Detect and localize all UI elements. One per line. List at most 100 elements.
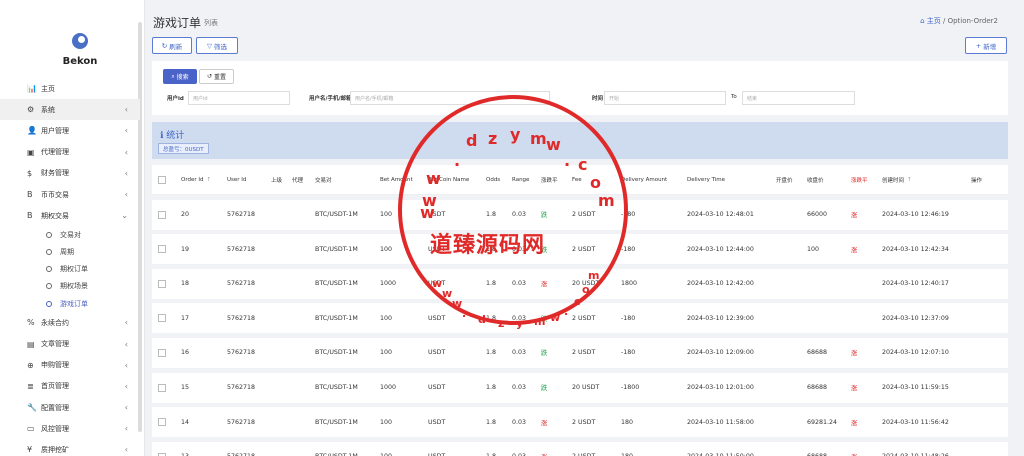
column-header-4[interactable]: 交易对	[315, 165, 332, 194]
sidebar-item-1-b[interactable]: ▤ 文章管理 ‹	[0, 333, 140, 354]
cell-dir: 涨	[541, 281, 548, 289]
column-header-17[interactable]: 操作	[971, 165, 982, 194]
column-header-14[interactable]: 收盘价	[807, 165, 824, 194]
sidebar-item-3-a[interactable]: ▣ 代理管理 ‹	[0, 142, 140, 163]
column-header-0[interactable]: Order Id ↑	[181, 165, 211, 194]
sidebar-item-4-a[interactable]: $ 财务管理 ‹	[0, 163, 140, 184]
column-header-label: 收盘价	[807, 177, 824, 184]
sidebar-item-2-a[interactable]: 👤 用户管理 ‹	[0, 120, 140, 141]
breadcrumb-home[interactable]: ⌂ 主页	[920, 17, 941, 25]
column-header-1[interactable]: User Id	[227, 165, 246, 194]
table-row[interactable]: 18 5762718 BTC/USDT-1M 1000 USDT 1.8 0.03 涨 20 U…	[152, 268, 1008, 299]
sidebar-item-6-b[interactable]: ¥ 质押挖矿 ‹	[0, 439, 140, 456]
cell-coin: USDT	[428, 280, 446, 288]
user-name-input[interactable]: 用户名/手机/邮箱	[350, 91, 550, 105]
column-header-6[interactable]: Bet Coin Name	[428, 165, 469, 194]
column-header-16[interactable]: 创建时间 ↑	[882, 165, 912, 194]
sidebar-item-2-b[interactable]: ⊕ 申购管理 ‹	[0, 355, 140, 376]
bitcoin-icon: B	[27, 190, 33, 200]
column-header-9[interactable]: 涨跌平	[541, 165, 558, 194]
chevron-icon: ‹	[124, 339, 128, 349]
cell-pair: BTC/USDT-1M	[315, 418, 358, 426]
cell-pair: BTC/USDT-1M	[315, 280, 358, 288]
row-checkbox[interactable]	[158, 210, 166, 219]
sidebar-subitem-1[interactable]: 周期	[0, 244, 140, 261]
chevron-icon: ‹	[124, 126, 128, 136]
sidebar-subitem-0[interactable]: 交易对	[0, 226, 140, 243]
sidebar-item-label: 质押挖矿	[41, 445, 69, 454]
sidebar-item-6-a[interactable]: B 期权交易 ⌄	[0, 205, 140, 226]
sidebar-item-label: 系统	[41, 105, 55, 114]
table-row[interactable]: 14 5762718 BTC/USDT-1M 100 USDT 1.8 0.03 涨 2 USD…	[152, 407, 1008, 438]
column-header-8[interactable]: Range	[512, 165, 529, 194]
row-checkbox[interactable]	[158, 348, 166, 357]
cell-delivery: 180	[621, 442, 633, 456]
cell-coin: USDT	[428, 442, 445, 456]
column-header-13[interactable]: 开盘价	[776, 165, 793, 194]
cell-result: 涨	[851, 442, 857, 456]
cell-coin: USDT	[428, 314, 446, 322]
cell-odds: 1.8	[486, 442, 496, 456]
cell-user: 5762718	[227, 245, 256, 253]
filter-button[interactable]: ▽ 筛选	[196, 37, 238, 54]
row-checkbox[interactable]	[158, 245, 166, 254]
cell-coin: USDT	[428, 245, 446, 253]
row-checkbox[interactable]	[158, 383, 166, 392]
cell-id: 18	[181, 280, 190, 288]
sidebar-subitem-4[interactable]: 游戏订单	[0, 295, 140, 312]
sidebar-subitem-2[interactable]: 期权订单	[0, 261, 140, 278]
refresh-button[interactable]: ↻ 刷新	[152, 37, 192, 54]
sidebar-item-0-b[interactable]: % 永续合约 ‹	[0, 312, 140, 333]
add-button[interactable]: + 新增	[965, 37, 1007, 54]
cell-range: 0.03	[512, 384, 527, 392]
chevron-icon: ‹	[124, 318, 128, 328]
reset-button[interactable]: ↺ 重置	[199, 69, 234, 84]
sort-icon[interactable]: ↑	[207, 177, 212, 183]
time-from-input[interactable]: 开始	[604, 91, 726, 105]
search-panel: ⌕ 搜索 ↺ 重置 用户id 用户id 用户名/手机/邮箱 用户名/手机/邮箱 …	[152, 61, 1008, 115]
chevron-icon: ‹	[124, 190, 128, 200]
select-all-checkbox[interactable]	[158, 176, 166, 184]
column-header-2[interactable]: 上级	[271, 165, 282, 194]
user-id-input[interactable]: 用户id	[188, 91, 290, 105]
column-header-11[interactable]: Delivery Amount	[621, 165, 667, 194]
cell-id: 14	[181, 418, 190, 426]
table-row[interactable]: 17 5762718 BTC/USDT-1M 100 USDT 1.8 0.03 跌 2 USD…	[152, 303, 1008, 334]
page-subtitle: 列表	[204, 19, 218, 27]
column-header-7[interactable]: Odds	[486, 165, 500, 194]
sidebar-item-label: 主页	[41, 84, 55, 93]
refresh-icon: ↻	[161, 41, 170, 50]
column-header-5[interactable]: Bet Amount	[380, 165, 413, 194]
sidebar-item-3-b[interactable]: ≣ 首页管理 ‹	[0, 376, 140, 397]
sidebar-nav: 📊 主页 ⚙ 系统 ‹ 👤 用户管理 ‹ ▣ 代理管理 ‹ $ 财务管理 ‹ B 币币交易 ‹ B 期权交易 ⌄ 交易对…	[0, 78, 140, 456]
column-header-15[interactable]: 涨跌平	[851, 165, 868, 194]
cell-id: 19	[181, 245, 190, 253]
column-header-label: Fee	[572, 176, 582, 183]
row-checkbox[interactable]	[158, 314, 166, 323]
sidebar-subitem-3[interactable]: 期权场景	[0, 278, 140, 295]
search-button[interactable]: ⌕ 搜索	[163, 69, 197, 84]
column-header-3[interactable]: 代理	[292, 165, 303, 194]
cell-ctime: 2024-03-10 12:37:09	[882, 314, 949, 322]
time-to-input[interactable]: 结束	[742, 91, 855, 105]
row-checkbox[interactable]	[158, 279, 166, 288]
cell-close: 100	[807, 245, 820, 253]
table-row[interactable]: 13 5762718 BTC/USDT-1M 100 USDT 1.8 0.03 涨 2 USD…	[152, 441, 1008, 456]
sidebar-item-5-a[interactable]: B 币币交易 ‹	[0, 184, 140, 205]
table-row[interactable]: 20 5762718 BTC/USDT-1M 100 USDT 1.8 0.03 跌 2 USD…	[152, 199, 1008, 230]
row-checkbox[interactable]	[158, 418, 166, 427]
column-header-12[interactable]: Delivery Time	[687, 165, 725, 194]
table-row[interactable]: 16 5762718 BTC/USDT-1M 100 USDT 1.8 0.03 跌 2 USD…	[152, 337, 1008, 368]
column-header-label: Range	[512, 176, 530, 183]
cell-amount: 100	[380, 245, 393, 253]
sidebar-item-4-b[interactable]: 🔧 配置管理 ‹	[0, 397, 140, 418]
sidebar-item-0-a[interactable]: 📊 主页	[0, 78, 140, 99]
column-header-10[interactable]: Fee	[572, 165, 582, 194]
sidebar-item-5-b[interactable]: ▭ 风控管理 ‹	[0, 418, 140, 439]
sidebar-item-1-a[interactable]: ⚙ 系统 ‹	[0, 99, 140, 121]
table-row[interactable]: 19 5762718 BTC/USDT-1M 100 USDT 1.8 0.03 跌 2 USD…	[152, 234, 1008, 265]
sort-icon[interactable]: ↑	[907, 177, 912, 183]
table-row[interactable]: 15 5762718 BTC/USDT-1M 1000 USDT 1.8 0.03 跌 20 U…	[152, 372, 1008, 403]
cell-result: 涨	[851, 385, 858, 393]
cell-result: 涨	[851, 212, 858, 220]
